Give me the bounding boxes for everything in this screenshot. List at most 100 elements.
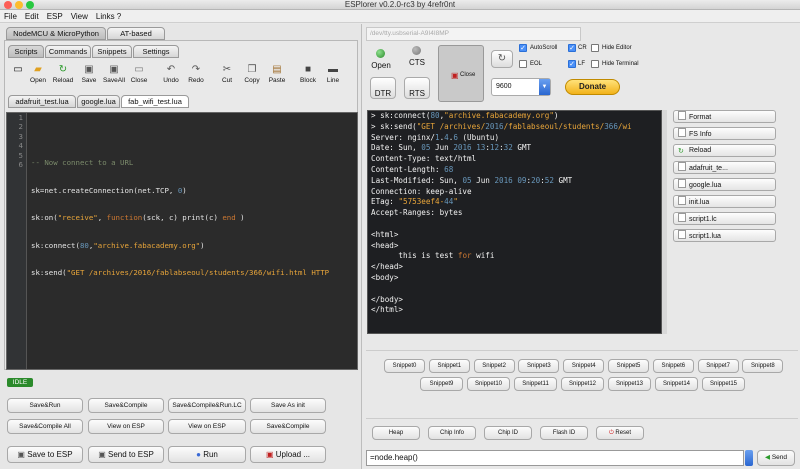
eol-checkbox[interactable]	[519, 60, 527, 68]
save-compile-run-lc-button[interactable]: Save&Compile&Run.LC	[168, 398, 246, 413]
side-button-5[interactable]: init.lua	[673, 195, 776, 208]
side-button-6[interactable]: script1.lc	[673, 212, 776, 225]
dtr-label: DTR	[374, 89, 392, 98]
upload-button[interactable]: ▣ Upload ...	[250, 446, 326, 463]
file-tab-fab-wifi[interactable]: fab_wifi_test.lua	[121, 95, 189, 108]
terminal-line: Connection: keep-alive	[371, 186, 472, 196]
send-to-esp-button[interactable]: ▣ Send to ESP	[88, 446, 164, 463]
side-button-7[interactable]: script1.lua	[673, 229, 776, 242]
maximize-window-icon[interactable]	[26, 1, 34, 9]
save-run-button[interactable]: Save&Run	[7, 398, 83, 413]
hide-terminal-checkbox[interactable]	[591, 60, 599, 68]
tab-commands[interactable]: Commands	[45, 45, 91, 58]
tab-nodemcu[interactable]: NodeMCU & MicroPython	[6, 27, 106, 40]
snippet-button-2[interactable]: Snippet2	[473, 359, 515, 373]
cut-button[interactable]: ✂ Cut	[215, 62, 239, 90]
minimize-window-icon[interactable]	[15, 1, 23, 9]
save-compile-button-2[interactable]: Save&Compile	[250, 419, 326, 434]
side-button-0[interactable]: Format	[673, 110, 776, 123]
save-compile-button[interactable]: Save&Compile	[88, 398, 164, 413]
line-button[interactable]: ▬ Line	[321, 62, 345, 90]
menu-view[interactable]: View	[67, 10, 92, 23]
save-button[interactable]: ▣ Save	[77, 62, 101, 90]
paste-button[interactable]: ▤ Paste	[265, 62, 289, 90]
snippet-button-7[interactable]: Snippet7	[697, 359, 739, 373]
tab-snippets[interactable]: Snippets	[92, 45, 132, 58]
side-button-2[interactable]: ↻ Reload	[673, 144, 776, 157]
code-editor[interactable]: 1 2 3 4 5 6 -- Now connect to a URL sk=n…	[6, 112, 358, 370]
run-button[interactable]: ● Run	[168, 446, 246, 463]
donate-button[interactable]: Donate	[565, 79, 620, 95]
command-history-dropdown[interactable]	[745, 450, 753, 466]
snippet-button-11[interactable]: Snippet11	[514, 377, 557, 391]
terminal-line: Server: nginx/1.4.6 (Ubuntu)	[371, 132, 500, 142]
view-on-esp-button-2[interactable]: View on ESP	[168, 419, 246, 434]
refresh-icon: ↻	[497, 53, 507, 64]
command-input[interactable]: =node.heap()	[366, 450, 744, 466]
close-file-button[interactable]: ▭ Close	[127, 62, 151, 90]
snippet-button-8[interactable]: Snippet8	[742, 359, 784, 373]
undo-button[interactable]: ↶ Undo	[159, 62, 183, 90]
menu-edit[interactable]: Edit	[21, 10, 43, 23]
side-button-label: script1.lc	[689, 216, 717, 223]
save-as-init-button[interactable]: Save As init	[250, 398, 326, 413]
snippet-button-14[interactable]: Snippet14	[655, 377, 698, 391]
snippet-button-10[interactable]: Snippet10	[467, 377, 510, 391]
menu-esp[interactable]: ESP	[43, 10, 67, 23]
copy-button[interactable]: ❐ Copy	[240, 62, 264, 90]
close-port-button[interactable]: ▣ Close	[438, 45, 484, 102]
baud-select[interactable]: 9600 ▼	[491, 78, 551, 96]
snippet-button-1[interactable]: Snippet1	[428, 359, 470, 373]
menu-links[interactable]: Links ?	[92, 10, 125, 23]
code-line: sk:connect(80,"archive.fabacademy.org")	[31, 240, 205, 250]
snippet-button-6[interactable]: Snippet6	[652, 359, 694, 373]
view-on-esp-button[interactable]: View on ESP	[88, 419, 164, 434]
snippet-button-0[interactable]: Snippet0	[384, 359, 425, 373]
snippet-button-12[interactable]: Snippet12	[561, 377, 604, 391]
chip-info-button[interactable]: Chip Info	[428, 426, 476, 440]
tab-scripts[interactable]: Scripts	[8, 45, 44, 58]
side-button-4[interactable]: google.lua	[673, 178, 776, 191]
lf-checkbox[interactable]: ✓	[568, 60, 576, 68]
save-to-esp-button[interactable]: ▣ Save to ESP	[7, 446, 83, 463]
open-button[interactable]: ▰ Open	[26, 62, 50, 90]
file-icon	[678, 230, 686, 239]
side-button-3[interactable]: adafruit_te...	[673, 161, 776, 174]
port-select[interactable]: /dev/tty.usbserial-A9I4I8MP	[366, 27, 581, 41]
close-window-icon[interactable]	[4, 1, 12, 9]
flash-id-button[interactable]: Flash ID	[540, 426, 588, 440]
snippet-button-13[interactable]: Snippet13	[608, 377, 651, 391]
terminal-scrollbar[interactable]	[662, 110, 667, 334]
line-number: 4	[18, 141, 23, 151]
save-all-button[interactable]: ▣ SaveAll	[102, 62, 126, 90]
snippet-button-15[interactable]: Snippet15	[702, 377, 745, 391]
terminal-output[interactable]: > sk:connect(80,"archive.fabacademy.org"…	[367, 110, 662, 334]
cr-checkbox[interactable]: ✓	[568, 44, 576, 52]
send-button[interactable]: ◀ Send	[757, 450, 795, 466]
tab-at-based[interactable]: AT-based	[107, 27, 165, 40]
file-tab-adafruit[interactable]: adafruit_test.lua	[8, 95, 76, 108]
tab-settings[interactable]: Settings	[133, 45, 179, 58]
line-number: 2	[18, 122, 23, 132]
block-button[interactable]: ■ Block	[296, 62, 320, 90]
refresh-port-button[interactable]: ↻	[491, 50, 513, 68]
line-number: 5	[18, 150, 23, 160]
menu-file[interactable]: File	[0, 10, 21, 23]
chip-id-button[interactable]: Chip ID	[484, 426, 532, 440]
snippet-button-3[interactable]: Snippet3	[518, 359, 560, 373]
heap-button[interactable]: Heap	[372, 426, 420, 440]
reset-button[interactable]: ⏻ Reset	[596, 426, 644, 440]
side-button-1[interactable]: FS Info	[673, 127, 776, 140]
autoscroll-checkbox[interactable]: ✓	[519, 44, 527, 52]
reload-button[interactable]: ↻ Reload	[51, 62, 75, 90]
snippet-button-5[interactable]: Snippet5	[608, 359, 649, 373]
snippet-button-9[interactable]: Snippet9	[420, 377, 463, 391]
redo-button[interactable]: ↷ Redo	[184, 62, 208, 90]
file-tab-google[interactable]: google.lua	[77, 95, 120, 108]
snippet-button-4[interactable]: Snippet4	[563, 359, 605, 373]
open-label[interactable]: Open	[368, 61, 394, 70]
hide-editor-checkbox[interactable]	[591, 44, 599, 52]
save-compile-all-button[interactable]: Save&Compile All	[7, 419, 83, 434]
status-badge: IDLE	[7, 378, 33, 387]
menu-bar: File Edit ESP View Links ?	[0, 10, 800, 23]
